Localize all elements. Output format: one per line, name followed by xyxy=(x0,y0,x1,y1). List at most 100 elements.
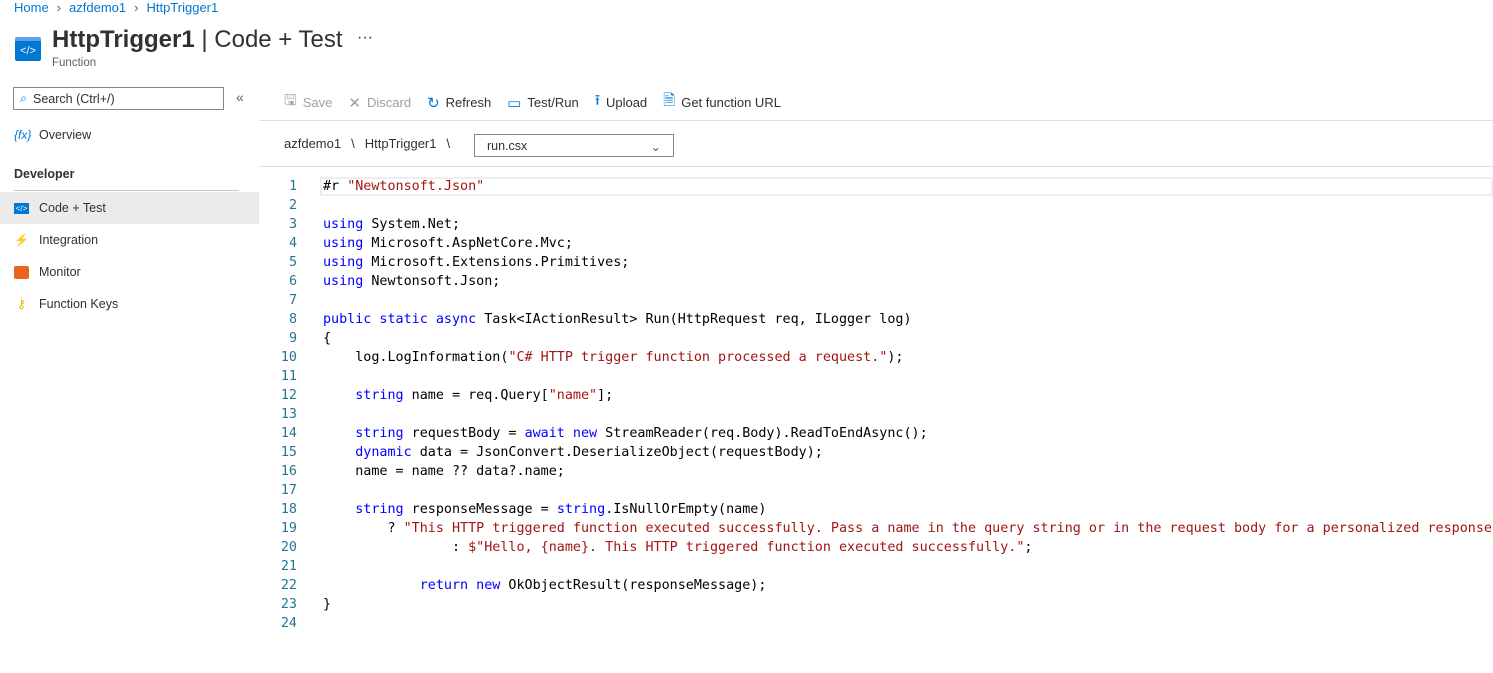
sidebar-item-integration[interactable]: ⚡ Integration xyxy=(0,224,259,256)
code-token: } xyxy=(323,597,332,612)
code-token: ]; xyxy=(597,388,614,403)
upload-button[interactable]: ⭱ Upload xyxy=(595,90,647,115)
code-token: StreamReader(req.Body).ReadToEndAsync(); xyxy=(597,426,928,441)
code-token: ; xyxy=(1024,540,1033,555)
panel-icon: ▭ xyxy=(507,94,522,112)
breadcrumb-home[interactable]: Home xyxy=(14,0,49,15)
line-number: 4 xyxy=(288,236,297,251)
code-line: 6 using Newtonsoft.Json; xyxy=(260,272,1493,291)
toolbar: 🖫 Save ✕ Discard ↻ Refresh ▭ Test/Run ⭱ Uploa… xyxy=(284,90,781,115)
code-line: 2 xyxy=(260,196,1493,215)
code-token: ? xyxy=(323,521,404,536)
code-line: 4 using Microsoft.AspNetCore.Mvc; xyxy=(260,234,1493,253)
page-title: HttpTrigger1 | Code + Test xyxy=(52,26,343,54)
upload-icon: ⭱ xyxy=(594,92,600,109)
code-line: 12 string name = req.Query["name"]; xyxy=(260,386,1493,405)
code-line: 11 xyxy=(260,367,1493,386)
get-function-url-button[interactable]: 🗎 Get function URL xyxy=(663,90,781,115)
code-line: 19 ? "This HTTP triggered function execu… xyxy=(260,519,1493,538)
code-token: { xyxy=(323,331,332,346)
sidebar-item-function-keys[interactable]: ⚷ Function Keys xyxy=(0,288,259,320)
breadcrumb: Home › azfdemo1 › HttpTrigger1 xyxy=(14,0,218,15)
function-icon: {fx} xyxy=(14,128,32,142)
code-line: 16 name = name ?? data?.name; xyxy=(260,462,1493,481)
code-token: "Newtonsoft.Json" xyxy=(347,179,485,194)
code-token: $"Hello, {name}. This HTTP triggered fun… xyxy=(468,540,1025,555)
line-number: 10 xyxy=(280,350,297,365)
line-number: 1 xyxy=(288,179,297,194)
code-token: await new xyxy=(524,426,598,441)
line-number: 7 xyxy=(288,293,297,308)
code-line: 8 public static async Task<IActionResult>… xyxy=(260,310,1493,329)
sidebar-item-label: Code + Test xyxy=(39,201,106,215)
save-label: Save xyxy=(302,95,333,110)
code-token: OkObjectResult(responseMessage); xyxy=(500,578,767,593)
code-editor[interactable]: 1 #r "Newtonsoft.Json" 2 3 using System.Net;… xyxy=(260,177,1493,633)
breadcrumb-app[interactable]: azfdemo1 xyxy=(69,0,126,15)
sidebar-item-monitor[interactable]: Monitor xyxy=(0,256,259,288)
line-number: 14 xyxy=(280,426,297,441)
code-token: name = req.Query[ xyxy=(403,388,549,403)
code-line: 20 : $"Hello, {name}. This HTTP triggere… xyxy=(260,538,1493,557)
code-token: Newtonsoft.Json; xyxy=(363,274,501,289)
search-placeholder: Search (Ctrl+/) xyxy=(33,91,115,106)
code-token: log.LogInformation( xyxy=(323,350,509,365)
code-token: ); xyxy=(887,350,904,365)
code-token: : xyxy=(323,540,469,555)
chevron-right-icon: › xyxy=(56,0,62,15)
title-main: HttpTrigger1 xyxy=(52,26,195,53)
code-line: 3 using System.Net; xyxy=(260,215,1493,234)
code-token: Task<IActionResult> Run(HttpRequest req,… xyxy=(476,312,912,327)
save-button[interactable]: 🖫 Save xyxy=(284,90,332,115)
code-line: 21 xyxy=(260,557,1493,576)
line-number: 11 xyxy=(280,369,297,384)
code-token: public static async xyxy=(323,312,477,327)
discard-button[interactable]: ✕ Discard xyxy=(348,94,411,112)
code-line: 10 log.LogInformation("C# HTTP trigger f… xyxy=(260,348,1493,367)
get-url-label: Get function URL xyxy=(681,95,781,110)
line-number: 12 xyxy=(280,388,297,403)
test-run-button[interactable]: ▭ Test/Run xyxy=(507,94,579,112)
code-line: 5 using Microsoft.Extensions.Primitives; xyxy=(260,253,1493,272)
line-number: 18 xyxy=(280,502,297,517)
line-number: 9 xyxy=(288,331,297,346)
code-token: using xyxy=(323,274,364,289)
search-input[interactable]: ⌕ Search (Ctrl+/) xyxy=(13,87,224,110)
line-number: 6 xyxy=(288,274,297,289)
more-button[interactable]: ··· xyxy=(357,29,373,47)
sidebar-item-code-test[interactable]: </> Code + Test xyxy=(0,192,259,224)
code-token: string xyxy=(355,502,404,517)
sidebar-item-overview[interactable]: {fx} Overview xyxy=(0,119,259,151)
line-number: 24 xyxy=(280,616,297,631)
section-developer: Developer xyxy=(14,167,75,181)
code-icon: </> xyxy=(15,37,41,61)
divider xyxy=(259,120,1493,121)
sidebar-item-label: Function Keys xyxy=(39,297,119,311)
chevron-right-icon: › xyxy=(134,0,139,15)
title-rest: | Code + Test xyxy=(194,26,343,53)
refresh-button[interactable]: ↻ Refresh xyxy=(427,94,491,112)
code-token: using xyxy=(323,217,364,232)
file-select[interactable]: run.csx ⌄ xyxy=(474,134,674,157)
code-token: System.Net; xyxy=(363,217,461,232)
close-icon: ✕ xyxy=(348,94,361,112)
code-token: "This HTTP triggered function executed s… xyxy=(403,521,1493,536)
code-icon: </> xyxy=(14,202,29,214)
code-token: Microsoft.Extensions.Primitives; xyxy=(363,255,630,270)
code-line: 17 xyxy=(260,481,1493,500)
breadcrumb-function[interactable]: HttpTrigger1 xyxy=(146,0,218,15)
collapse-sidebar-button[interactable]: « xyxy=(236,89,244,105)
refresh-label: Refresh xyxy=(445,95,492,110)
line-number: 16 xyxy=(280,464,297,479)
code-line: 18 string responseMessage = string .IsNul… xyxy=(260,500,1493,519)
code-token: dynamic xyxy=(355,445,412,460)
line-number: 17 xyxy=(280,483,297,498)
path-app: azfdemo1 xyxy=(284,136,342,151)
code-line: 13 xyxy=(260,405,1493,424)
key-icon: ⚷ xyxy=(17,297,26,311)
code-token: requestBody = xyxy=(403,426,525,441)
code-token: "name" xyxy=(548,388,598,403)
